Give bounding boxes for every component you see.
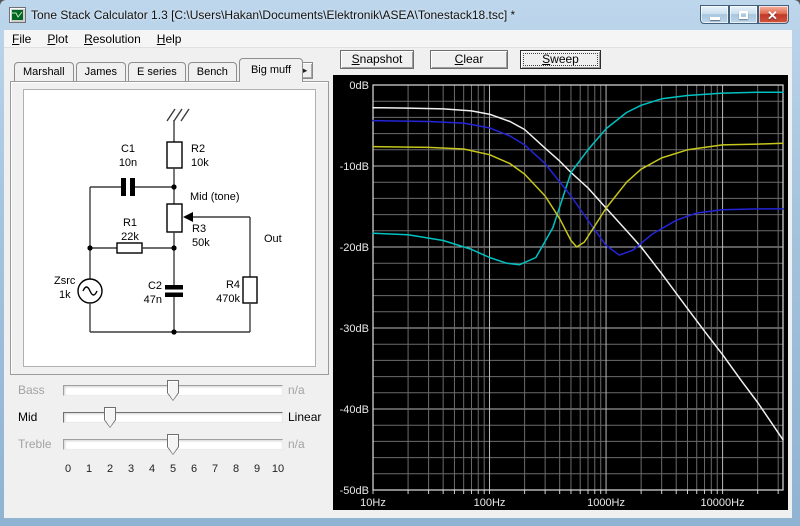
circuit-label: R4 <box>226 279 240 291</box>
slider-value-mid: Linear <box>288 410 322 424</box>
curve-snapshot-blue <box>372 119 784 256</box>
maximize-icon <box>739 11 748 19</box>
close-button[interactable]: ✕ <box>758 5 789 24</box>
tab-marshall[interactable]: Marshall <box>14 62 74 82</box>
client-area: MarshallJamesE seriesBenchBig muff ◄ ► <box>4 48 792 518</box>
app-icon <box>9 7 26 23</box>
scale-number-3: 3 <box>127 463 135 475</box>
window-title: Tone Stack Calculator 1.3 [C:\Users\Haka… <box>31 8 516 22</box>
minimize-button[interactable] <box>700 5 729 24</box>
x-axis-label: 10Hz <box>360 497 386 509</box>
snapshot-button[interactable]: Snapshot <box>340 50 414 69</box>
slider-label-mid: Mid <box>18 410 38 424</box>
circuit-label: 470k <box>216 293 240 305</box>
tab-content-panel: C1 10n R2 10k Mid (tone) R3 50k Out R1 22k Zsrc 1k C… <box>10 81 329 375</box>
scale-number-4: 4 <box>148 463 156 475</box>
scale-number-5: 5 <box>169 463 177 475</box>
circuit-label: Zsrc <box>54 275 76 287</box>
circuit-diagram: C1 10n R2 10k Mid (tone) R3 50k Out R1 22k Zsrc 1k C… <box>23 89 316 367</box>
circuit-label: 1k <box>59 289 71 301</box>
slider-thumb-treble <box>167 434 179 455</box>
y-axis-label: 0dB <box>349 80 369 92</box>
circuit-label: R2 <box>191 143 205 155</box>
scale-number-10: 10 <box>271 463 285 475</box>
app-window: Tone Stack Calculator 1.3 [C:\Users\Haka… <box>0 0 800 526</box>
slider-value-bass: n/a <box>288 383 305 397</box>
sweep-button[interactable]: Sweep <box>520 50 601 69</box>
x-axis-label: 10000Hz <box>701 497 745 509</box>
scale-number-1: 1 <box>85 463 93 475</box>
slider-label-treble: Treble <box>18 437 52 451</box>
tab-e-series[interactable]: E series <box>127 62 186 82</box>
scale-number-6: 6 <box>190 463 198 475</box>
title-bar[interactable]: Tone Stack Calculator 1.3 [C:\Users\Haka… <box>0 0 800 30</box>
menu-item-resolution[interactable]: Resolution <box>76 31 149 47</box>
y-axis-label: -20dB <box>340 242 369 254</box>
minimize-icon <box>710 17 720 20</box>
y-axis-label: -40dB <box>340 404 369 416</box>
slider-label-bass: Bass <box>18 383 45 397</box>
scale-number-8: 8 <box>232 463 240 475</box>
scale-number-2: 2 <box>106 463 114 475</box>
tab-james[interactable]: James <box>75 62 126 82</box>
slider-thumb-bass <box>167 380 179 401</box>
slider-scale: 0 1 2 3 4 5 6 7 8 9 10 <box>4 463 334 477</box>
slider-thumb-mid[interactable] <box>104 407 116 428</box>
clear-button[interactable]: Clear <box>430 50 508 69</box>
curve-snapshot-white <box>372 106 784 441</box>
x-axis-label: 100Hz <box>474 497 506 509</box>
circuit-label: 47n <box>144 294 162 306</box>
circuit-label: 22k <box>121 231 139 243</box>
y-axis-label: -10dB <box>340 161 369 173</box>
maximize-button[interactable] <box>729 5 758 24</box>
scale-number-9: 9 <box>253 463 261 475</box>
slider-row-treble: Treble n/a <box>4 431 334 457</box>
circuit-label: C2 <box>148 280 162 292</box>
slider-value-treble: n/a <box>288 437 305 451</box>
circuit-label: 10n <box>119 157 137 169</box>
menu-item-file[interactable]: File <box>4 31 39 47</box>
circuit-label: C1 <box>121 143 135 155</box>
circuit-label: Mid (tone) <box>190 191 240 203</box>
circuit-label: R3 <box>192 223 206 235</box>
frequency-response-plot: 0dB -10dB -20dB -30dB -40dB -50dB 10Hz 100Hz 100… <box>333 75 788 510</box>
slider-track-mid[interactable] <box>63 412 283 423</box>
menu-item-plot[interactable]: Plot <box>39 31 76 47</box>
slider-row-bass: Bass n/a <box>4 377 334 403</box>
scale-number-7: 7 <box>211 463 219 475</box>
x-axis-label: 1000Hz <box>587 497 625 509</box>
tone-stack-tabs: Marshall James E series Bench Big muff <box>14 56 305 82</box>
circuit-components <box>87 178 193 335</box>
menu-item-help[interactable]: Help <box>149 31 190 47</box>
slider-row-mid: Mid Linear <box>4 404 334 430</box>
tab-big-muff[interactable]: Big muff <box>238 58 304 82</box>
menu-bar: File Plot Resolution Help <box>4 30 792 48</box>
scale-number-0: 0 <box>64 463 72 475</box>
circuit-label: 50k <box>192 237 210 249</box>
y-axis-label: -50dB <box>340 485 369 497</box>
circuit-label: 10k <box>191 157 209 169</box>
y-axis-label: -30dB <box>340 323 369 335</box>
circuit-label: R1 <box>123 217 137 229</box>
circuit-label: Out <box>264 233 282 245</box>
tab-bench[interactable]: Bench <box>187 62 237 82</box>
curve-current-yellow <box>372 142 784 248</box>
close-icon: ✕ <box>767 8 778 23</box>
